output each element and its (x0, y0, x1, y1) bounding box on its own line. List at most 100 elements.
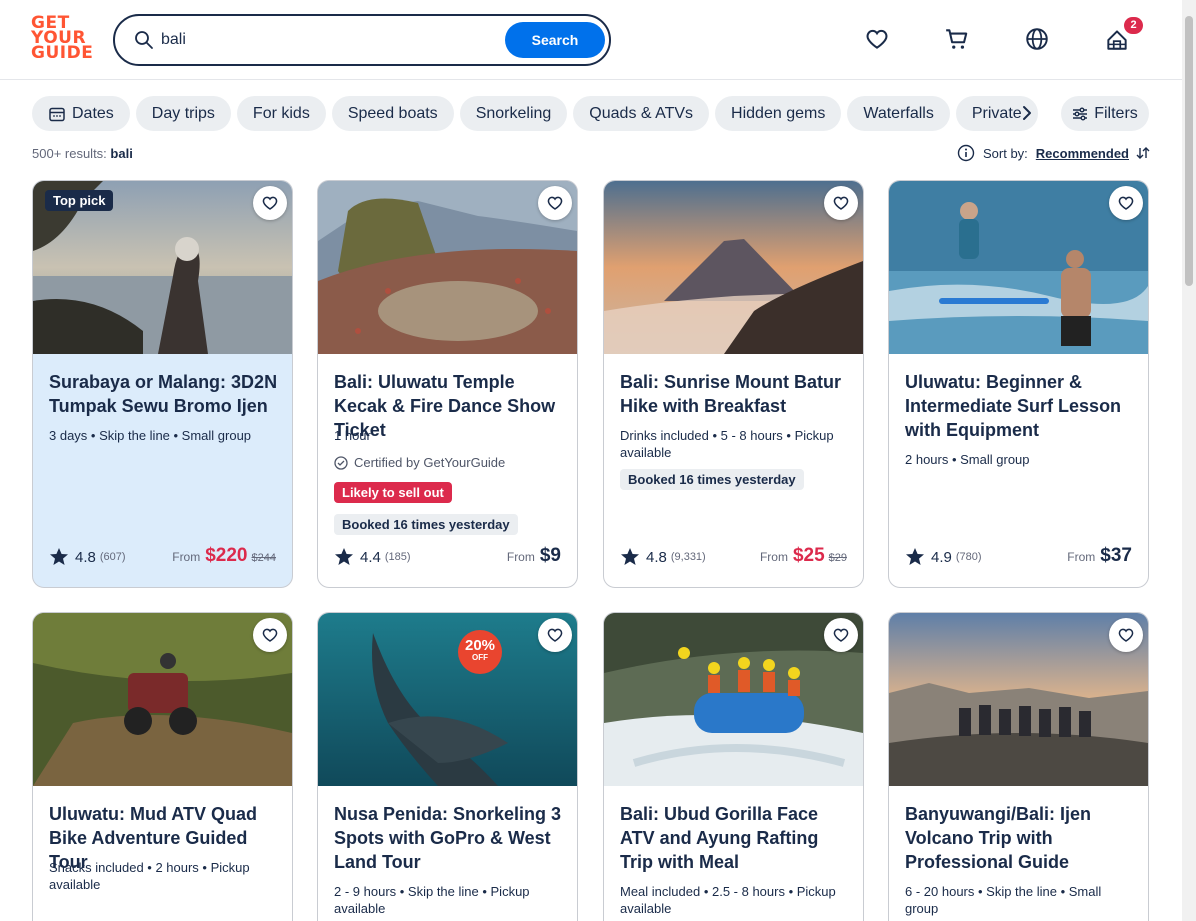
chip-speed-boats[interactable]: Speed boats (331, 96, 454, 131)
activity-title[interactable]: Bali: Sunrise Mount Batur Hike with Brea… (620, 370, 852, 418)
chevron-right-icon[interactable] (1016, 102, 1038, 124)
activity-card[interactable]: Banyuwangi/Bali: Ijen Volcano Trip with … (888, 612, 1149, 921)
discount-label: OFF (472, 653, 488, 662)
activity-meta: 2 hours • Small group (905, 452, 1030, 467)
sort-control[interactable]: Sort by: Recommended (957, 144, 1151, 162)
activity-card[interactable]: Bali: Uluwatu Temple Kecak & Fire Dance … (317, 180, 578, 588)
results-count-text: 500+ results: (32, 146, 107, 161)
booked-badge: Booked 16 times yesterday (334, 514, 518, 535)
heart-icon (1118, 628, 1134, 642)
wishlist-button[interactable] (1109, 186, 1143, 220)
heart-icon (547, 196, 563, 210)
chip-quads-atvs[interactable]: Quads & ATVs (573, 96, 710, 131)
price-amount: $25 (792, 545, 825, 566)
activity-meta: Meal included • 2.5 - 8 hours • Pickup a… (620, 884, 836, 916)
sliders-icon (1073, 107, 1088, 120)
heart-icon (1118, 196, 1134, 210)
rating-value: 4.8 (75, 548, 96, 566)
certified-text: Certified by GetYourGuide (354, 455, 506, 470)
heart-icon (833, 196, 849, 210)
scrollbar-thumb[interactable] (1185, 16, 1193, 286)
discount-percent: 20% (464, 637, 496, 654)
cart-icon[interactable] (944, 26, 970, 52)
chip-label: Snorkeling (475, 104, 552, 122)
wishlist-button[interactable] (538, 618, 572, 652)
search-box: Search (113, 14, 611, 66)
rating: 4.4 (185) (334, 547, 411, 567)
price-from: From (759, 550, 788, 564)
wishlist-button[interactable] (538, 186, 572, 220)
chip-label: Dates (72, 104, 114, 122)
chip-label: Private (971, 104, 1022, 122)
price: From $37 (1067, 545, 1132, 567)
rating-value: 4.8 (646, 548, 667, 566)
wishlist-button[interactable] (1109, 618, 1143, 652)
star-icon (335, 548, 353, 565)
activity-title[interactable]: Surabaya or Malang: 3D2N Tumpak Sewu Bro… (49, 370, 281, 418)
activity-title[interactable]: Bali: Ubud Gorilla Face ATV and Ayung Ra… (620, 802, 852, 874)
search-input[interactable] (161, 28, 491, 52)
booked-badge: Booked 16 times yesterday (620, 469, 804, 490)
price: From $25 $29 (760, 545, 847, 567)
price-from: From (1067, 550, 1096, 564)
chip-for-kids[interactable]: For kids (236, 96, 326, 131)
sort-value[interactable]: Recommended (1036, 146, 1129, 161)
star-icon (906, 548, 924, 565)
price: From $220 $244 (172, 545, 276, 567)
review-count: (607) (99, 551, 126, 563)
search-button[interactable]: Search (505, 22, 605, 58)
globe-icon[interactable] (1024, 26, 1050, 52)
certified-check-icon (334, 455, 348, 470)
heart-icon (262, 196, 278, 210)
wishlist-button[interactable] (824, 618, 858, 652)
price-from: From (172, 550, 201, 564)
chip-day-trips[interactable]: Day trips (135, 96, 231, 131)
page-scrollbar[interactable] (1182, 0, 1196, 921)
activity-title[interactable]: Banyuwangi/Bali: Ijen Volcano Trip with … (905, 802, 1137, 874)
price-amount: $37 (1100, 545, 1132, 566)
chip-hidden-gems[interactable]: Hidden gems (715, 96, 842, 131)
activity-card[interactable]: 20% OFF Nusa Penida: Snorkeling 3 Spots w… (317, 612, 578, 921)
activity-title[interactable]: Nusa Penida: Snorkeling 3 Spots with GoP… (334, 802, 566, 874)
activity-card[interactable]: Uluwatu: Beginner & Intermediate Surf Le… (888, 180, 1149, 588)
wishlist-button[interactable] (824, 186, 858, 220)
results-query: bali (110, 146, 133, 161)
activity-card[interactable]: Bali: Sunrise Mount Batur Hike with Brea… (603, 180, 864, 588)
activity-meta: 2 - 9 hours • Skip the line • Pickup ava… (334, 884, 530, 916)
activity-meta: 3 days • Skip the line • Small group (49, 428, 252, 443)
activity-meta: Drinks included • 5 - 8 hours • Pickup a… (620, 428, 834, 460)
activity-title[interactable]: Uluwatu: Beginner & Intermediate Surf Le… (905, 370, 1137, 442)
activity-card[interactable]: Uluwatu: Mud ATV Quad Bike Adventure Gui… (32, 612, 293, 921)
cart-badge: 2 (1124, 17, 1143, 34)
price-from: From (506, 550, 535, 564)
wishlist-button[interactable] (253, 618, 287, 652)
info-icon[interactable] (957, 144, 975, 162)
review-count: (9,331) (670, 551, 706, 563)
price-amount: $220 (205, 545, 248, 566)
heart-icon[interactable] (864, 26, 890, 52)
review-count: (780) (955, 551, 982, 563)
activity-meta: 1 hour (334, 428, 371, 443)
getyourguide-logo[interactable]: GET YOUR GUIDE (31, 15, 93, 64)
filters-button[interactable]: Filters (1061, 96, 1149, 131)
activity-card[interactable]: Bali: Ubud Gorilla Face ATV and Ayung Ra… (603, 612, 864, 921)
chip-snorkeling[interactable]: Snorkeling (459, 96, 568, 131)
chip-label: Quads & ATVs (589, 104, 694, 122)
sort-label: Sort by: (983, 145, 1028, 161)
heart-icon (262, 628, 278, 642)
chip-label: For kids (252, 104, 310, 122)
rating-value: 4.4 (360, 548, 381, 566)
sort-arrows-icon[interactable] (1135, 145, 1151, 161)
activity-card[interactable]: Top pick Surabaya or Malang: 3D2N Tumpak… (32, 180, 293, 588)
top-header: GET YOUR GUIDE Search 2 (0, 0, 1182, 80)
chip-dates[interactable]: Dates (32, 96, 130, 131)
chip-waterfalls[interactable]: Waterfalls (847, 96, 950, 131)
heart-icon (547, 628, 563, 642)
chip-label: Day trips (151, 104, 215, 122)
calendar-icon (49, 107, 65, 121)
rating: 4.8 (9,331) (620, 547, 706, 567)
wishlist-button[interactable] (253, 186, 287, 220)
rating: 4.8 (607) (49, 547, 126, 567)
star-icon (50, 548, 68, 565)
search-icon (135, 31, 153, 49)
